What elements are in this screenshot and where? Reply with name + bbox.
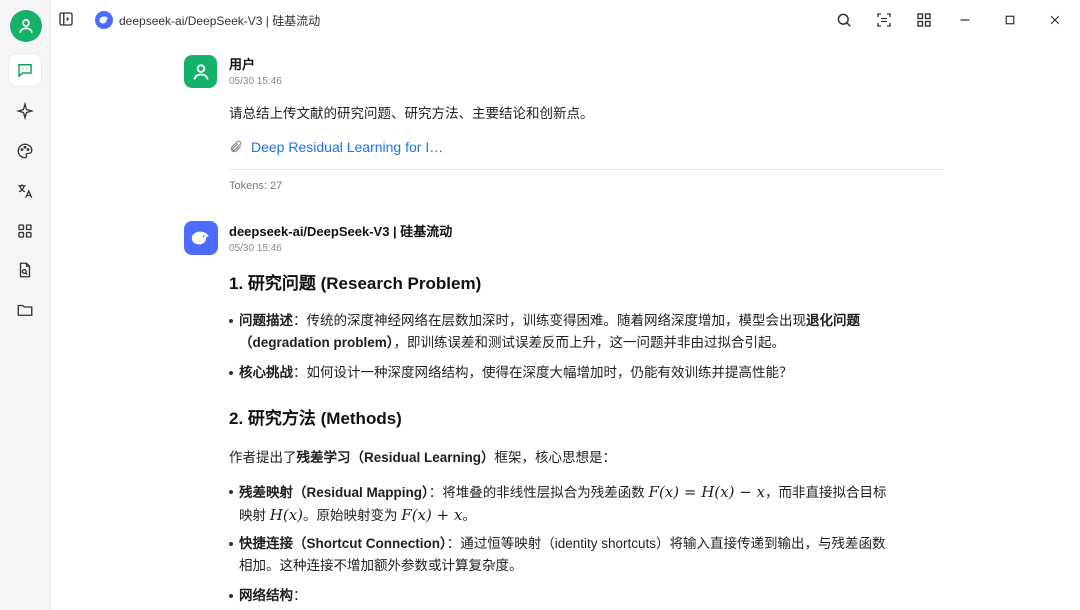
apps-button[interactable]: [914, 10, 934, 30]
list-item: 残差映射（Residual Mapping）：将堆叠的非线性层拟合为残差函数 F…: [229, 481, 949, 527]
token-count: Tokens: 27: [229, 180, 283, 192]
user-message-avatar: [184, 55, 217, 88]
expand-layout-icon: [877, 13, 891, 27]
bullet-text: 映射: [239, 508, 266, 523]
paragraph-text: 框架，核心思想是：: [494, 450, 617, 465]
sidebar-item-files[interactable]: [9, 254, 41, 286]
sidebar-item-paint[interactable]: [9, 135, 41, 167]
sparkle-icon: [16, 102, 34, 120]
section-heading: 2. 研究方法 (Methods): [229, 409, 402, 428]
bullet-bold: 退化问题: [806, 313, 860, 328]
person-icon: [192, 63, 209, 80]
title-bar: deepseek-ai/DeepSeek-V3 | 硅基流动: [51, 0, 1080, 40]
paragraph: 作者提出了残差学习（Residual Learning）框架，核心思想是：: [229, 446, 616, 466]
translate-icon: [18, 184, 33, 199]
bullet-label: 核心挑战: [239, 365, 293, 380]
window-title: deepseek-ai/DeepSeek-V3 | 硅基流动: [119, 14, 321, 28]
user-name: 用户: [229, 57, 256, 72]
search-button[interactable]: [834, 10, 854, 30]
bullet-label: 快捷连接（Shortcut Connection）: [239, 536, 447, 551]
list-item: 核心挑战：如何设计一种深度网络结构，使得在深度大幅增加时，仍能有效训练并提高性能…: [229, 362, 949, 384]
chat-icon: [18, 64, 32, 78]
math-formula: F(x) + x: [401, 506, 463, 524]
model-logo-icon: [95, 11, 113, 29]
layout-button[interactable]: [874, 10, 894, 30]
apps-grid-icon: [18, 224, 32, 238]
search-icon: [837, 13, 851, 27]
model-avatar: [184, 221, 218, 255]
bullet-text: ：: [293, 588, 307, 603]
close-button[interactable]: [1045, 10, 1065, 30]
section-heading: 1. 研究问题 (Research Problem): [229, 274, 482, 293]
bullet-text: 。原始映射变为: [303, 508, 398, 523]
bullet-text: ：将堆叠的非线性层拟合为残差函数: [428, 485, 645, 500]
sidebar-item-apps[interactable]: [9, 215, 41, 247]
attachment-link[interactable]: Deep Residual Learning for I…: [251, 139, 443, 155]
file-search-icon: [19, 262, 31, 278]
palette-icon: [17, 143, 33, 159]
maximize-button[interactable]: [1000, 10, 1020, 30]
maximize-icon: [1005, 15, 1015, 25]
attachment[interactable]: Deep Residual Learning for I…: [229, 139, 443, 155]
sidebar-item-translate[interactable]: [9, 175, 41, 207]
panel-toggle-icon: [59, 12, 73, 26]
paragraph-bold: 残差学习（Residual Learning）: [296, 450, 495, 465]
bullet-label: 残差映射（Residual Mapping）: [239, 485, 429, 500]
deepseek-whale-icon: [191, 231, 209, 245]
paragraph-text: 作者提出了: [229, 450, 297, 465]
user-message-time: 05/30 15:46: [229, 76, 282, 87]
math-formula: H(x): [269, 506, 304, 524]
bullet-label: 问题描述: [239, 313, 293, 328]
bullet-text: ：通过恒等映射（identity shortcuts）将输入直接传递到输出，与残…: [446, 536, 886, 551]
list-item: 快捷连接（Shortcut Connection）：通过恒等映射（identit…: [229, 533, 949, 577]
person-icon: [19, 19, 33, 33]
user-message-text: 请总结上传文献的研究问题、研究方法、主要结论和创新点。: [229, 106, 594, 121]
minimize-icon: [960, 19, 970, 21]
model-name: deepseek-ai/DeepSeek-V3 | 硅基流动: [229, 224, 453, 239]
sidebar-toggle-button[interactable]: [57, 10, 77, 30]
math-formula: F(x) = H(x) − x: [648, 483, 766, 501]
model-message-time: 05/30 15:46: [229, 243, 282, 254]
bullet-text: ：如何设计一种深度网络结构，使得在深度大幅增加时，仍能有效训练并提高性能？: [293, 365, 793, 380]
list-item: 问题描述：传统的深度神经网络在层数加深时，训练变得困难。随着网络深度增加，模型会…: [229, 310, 949, 354]
folder-icon: [17, 304, 33, 316]
bullet-bold: （degradation problem）: [239, 335, 394, 350]
sidebar-item-agents[interactable]: [9, 95, 41, 127]
bullet-label: 网络结构: [239, 588, 293, 603]
minimize-button[interactable]: [955, 10, 975, 30]
paperclip-icon: [230, 140, 242, 153]
bullet-text: 。: [462, 508, 476, 523]
bullet-text: ，即训练误差和测试误差反而上升，这一问题并非由过拟合引起。: [393, 335, 786, 350]
sidebar-item-folder[interactable]: [9, 294, 41, 326]
sidebar-item-chat[interactable]: [9, 54, 41, 86]
left-sidebar: [0, 0, 51, 610]
list-item: 网络结构：: [229, 585, 949, 607]
grid-icon: [917, 13, 931, 27]
bullet-text: 相加。这种连接不增加额外参数或计算复杂度。: [239, 558, 523, 573]
chat-area: 用户 05/30 15:46 请总结上传文献的研究问题、研究方法、主要结论和创新…: [51, 40, 1080, 610]
bullet-text: ，而非直接拟合目标: [765, 485, 887, 500]
user-avatar[interactable]: [10, 10, 42, 42]
message-divider: [229, 169, 944, 170]
close-icon: [1050, 15, 1060, 25]
bullet-text: ：传统的深度神经网络在层数加深时，训练变得困难。随着网络深度增加，模型会出现: [293, 313, 806, 328]
